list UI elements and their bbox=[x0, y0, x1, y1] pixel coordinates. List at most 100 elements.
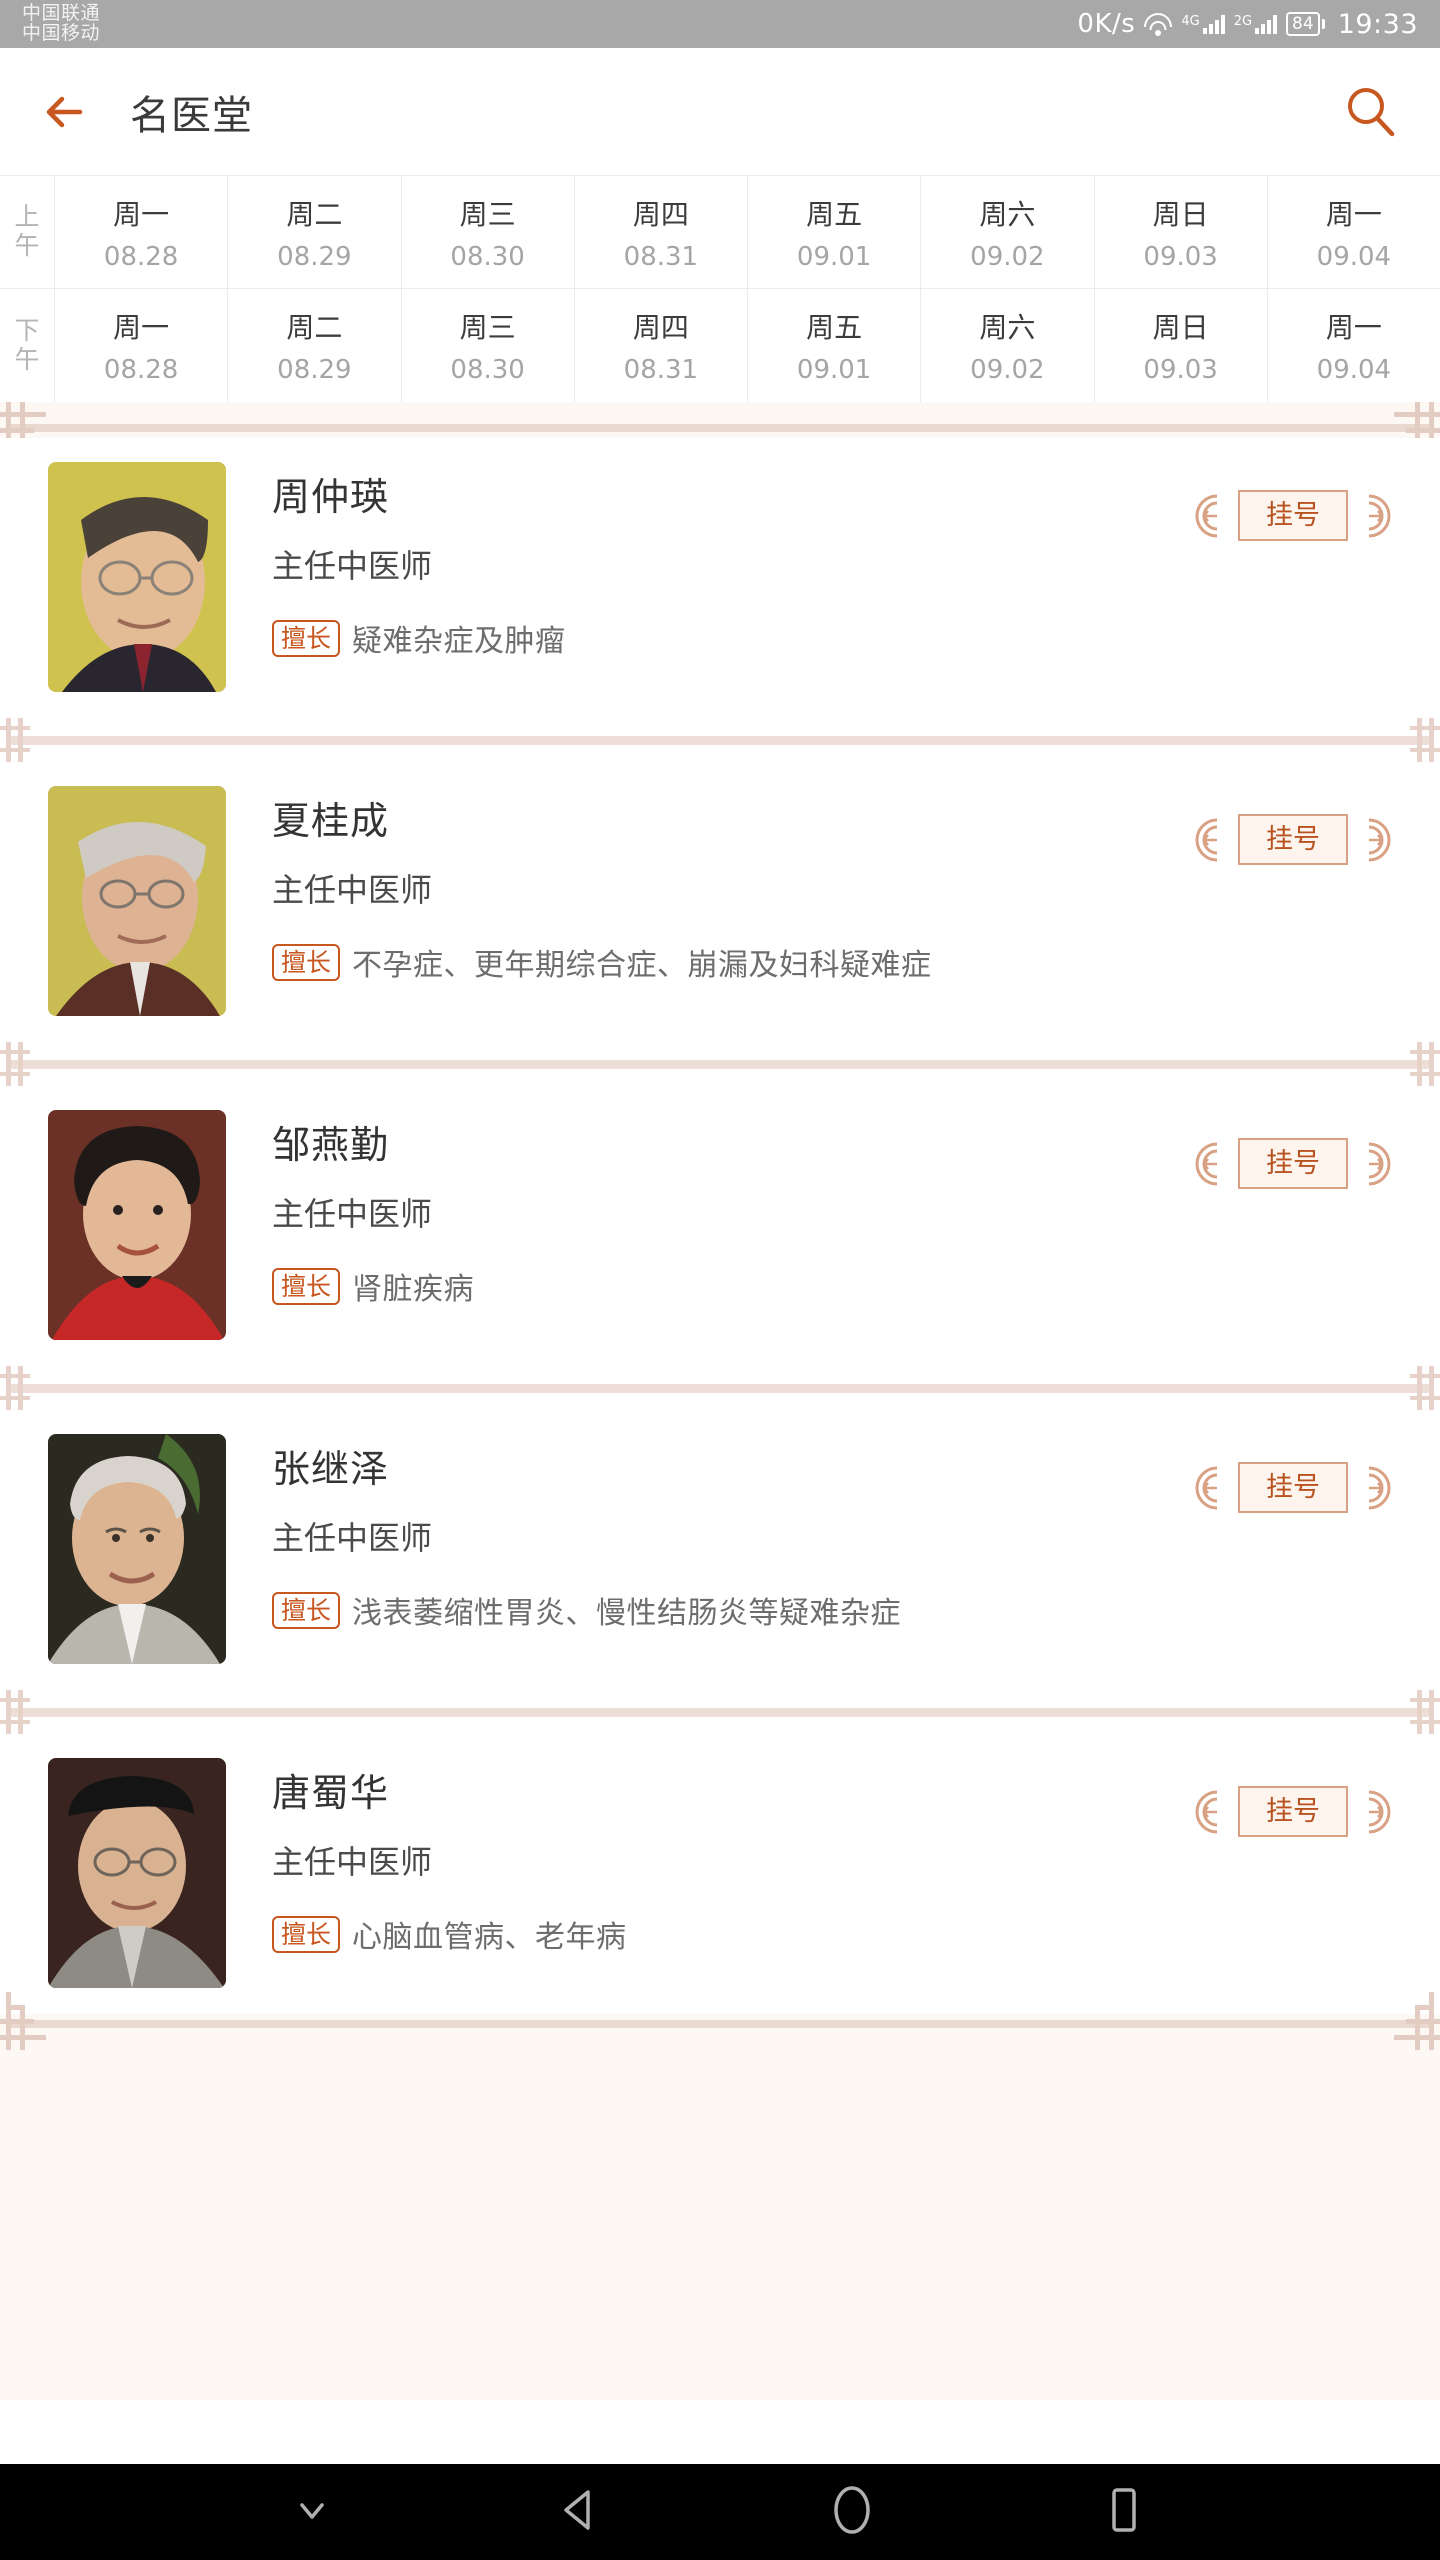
schedule-grid: 上 午 周一 08.28 周二 08.29 周三 08.30 周四 08.31 … bbox=[0, 175, 1440, 402]
schedule-date-label: 09.01 bbox=[796, 241, 872, 272]
schedule-cell[interactable]: 周六 09.02 bbox=[921, 289, 1095, 402]
schedule-cell[interactable]: 周日 09.03 bbox=[1095, 289, 1268, 402]
ornament-right-icon bbox=[1368, 1466, 1391, 1509]
schedule-cell[interactable]: 周五 09.01 bbox=[748, 176, 922, 288]
clock-label: 19:33 bbox=[1337, 8, 1418, 40]
period-char: 午 bbox=[14, 231, 40, 260]
ornament-right-icon bbox=[1368, 1790, 1391, 1833]
doctor-specialty: 擅长 浅表萎缩性胃炎、慢性结肠炎等疑难杂症 bbox=[272, 1588, 1400, 1632]
schedule-cell[interactable]: 周二 08.29 bbox=[228, 289, 402, 402]
network-speed-label: 0K/s bbox=[1077, 9, 1136, 39]
register-label: 挂号 bbox=[1238, 1786, 1348, 1837]
divider-ornament-icon bbox=[0, 1366, 30, 1410]
schedule-day-label: 周四 bbox=[632, 197, 689, 231]
divider-ornament-icon bbox=[1410, 1690, 1440, 1734]
ornament-right-icon bbox=[1368, 818, 1391, 861]
specialty-text: 心脑血管病、老年病 bbox=[352, 1920, 627, 1955]
schedule-cell[interactable]: 周六 09.02 bbox=[921, 176, 1095, 288]
ornament-left-icon bbox=[1195, 1466, 1218, 1509]
schedule-date-label: 08.30 bbox=[450, 241, 525, 272]
schedule-cell[interactable]: 周五 09.01 bbox=[748, 289, 922, 402]
register-button[interactable]: 挂号 bbox=[1194, 1462, 1392, 1513]
schedule-cell[interactable]: 周四 08.31 bbox=[575, 176, 748, 288]
triangle-back-icon[interactable] bbox=[550, 2480, 610, 2544]
square-recents-icon[interactable] bbox=[1094, 2480, 1154, 2544]
register-label: 挂号 bbox=[1238, 1462, 1348, 1513]
specialty-badge: 擅长 bbox=[272, 1591, 341, 1629]
schedule-day-label: 周五 bbox=[806, 311, 863, 344]
page-title: 名医堂 bbox=[130, 92, 253, 139]
schedule-date-label: 08.29 bbox=[277, 355, 352, 385]
doctor-card[interactable]: 唐蜀华 主任中医师 擅长 心脑血管病、老年病 挂号 bbox=[0, 1734, 1440, 2014]
schedule-row-afternoon: 下 午 周一 08.28 周二 08.29 周三 08.30 周四 08.31 … bbox=[0, 289, 1440, 402]
carrier-labels: 中国联通 中国移动 bbox=[22, 2, 101, 44]
schedule-cell[interactable]: 周日 09.03 bbox=[1095, 176, 1268, 288]
doctor-card[interactable]: 张继泽 主任中医师 擅长 浅表萎缩性胃炎、慢性结肠炎等疑难杂症 挂号 bbox=[0, 1410, 1440, 1690]
schedule-day-label: 周一 bbox=[113, 311, 170, 344]
schedule-cell[interactable]: 周三 08.30 bbox=[402, 289, 575, 402]
card-divider bbox=[0, 718, 1440, 762]
divider-ornament-icon bbox=[1410, 1042, 1440, 1086]
sim2-signal-icon: 2G bbox=[1233, 14, 1278, 34]
register-button[interactable]: 挂号 bbox=[1194, 1786, 1392, 1837]
schedule-date-label: 08.28 bbox=[103, 241, 179, 272]
schedule-date-label: 09.02 bbox=[970, 241, 1045, 272]
schedule-date-label: 08.31 bbox=[623, 241, 699, 272]
schedule-cell[interactable]: 周三 08.30 bbox=[402, 176, 575, 288]
wifi-icon bbox=[1144, 12, 1173, 36]
schedule-date-label: 08.31 bbox=[623, 355, 699, 385]
doctor-card[interactable]: 邹燕勤 主任中医师 擅长 肾脏疾病 挂号 bbox=[0, 1086, 1440, 1366]
search-icon[interactable] bbox=[1340, 82, 1400, 142]
doctor-title: 主任中医师 bbox=[272, 871, 433, 909]
schedule-date-label: 09.04 bbox=[1316, 241, 1392, 272]
schedule-cell[interactable]: 周四 08.31 bbox=[575, 289, 748, 402]
specialty-badge: 擅长 bbox=[272, 1915, 341, 1953]
register-button[interactable]: 挂号 bbox=[1194, 1138, 1392, 1189]
schedule-day-label: 周三 bbox=[459, 311, 516, 344]
divider-ornament-icon bbox=[0, 718, 30, 762]
sim1-signal-icon: 4G bbox=[1181, 14, 1225, 34]
schedule-day-label: 周五 bbox=[806, 197, 863, 231]
schedule-day-label: 周六 bbox=[979, 311, 1036, 344]
doctor-photo-zou-yanqin bbox=[48, 1110, 226, 1340]
battery-icon: 84 bbox=[1286, 12, 1325, 36]
schedule-cell[interactable]: 周一 09.04 bbox=[1268, 289, 1440, 402]
chevron-down-icon[interactable] bbox=[286, 2484, 338, 2540]
schedule-day-label: 周日 bbox=[1152, 197, 1209, 231]
register-label: 挂号 bbox=[1238, 1138, 1348, 1189]
register-label: 挂号 bbox=[1238, 490, 1348, 541]
frame-top-border bbox=[0, 402, 1440, 460]
doctor-card[interactable]: 夏桂成 主任中医师 擅长 不孕症、更年期综合症、崩漏及妇科疑难症 挂号 bbox=[0, 762, 1440, 1042]
schedule-cell[interactable]: 周一 08.28 bbox=[55, 289, 229, 402]
schedule-date-label: 08.28 bbox=[103, 355, 179, 385]
doctor-specialty: 擅长 肾脏疾病 bbox=[272, 1264, 1400, 1308]
schedule-period-label-afternoon: 下 午 bbox=[0, 289, 55, 402]
sim1-network-type-label: 4G bbox=[1181, 14, 1200, 29]
specialty-badge: 擅长 bbox=[272, 619, 341, 657]
divider-ornament-icon bbox=[0, 1042, 30, 1086]
doctor-card[interactable]: 周仲瑛 主任中医师 擅长 疑难杂症及肿瘤 挂号 bbox=[0, 438, 1440, 718]
doctor-title: 主任中医师 bbox=[272, 1195, 433, 1233]
back-arrow-icon[interactable] bbox=[40, 84, 96, 140]
doctor-title: 主任中医师 bbox=[272, 547, 433, 585]
specialty-text: 浅表萎缩性胃炎、慢性结肠炎等疑难杂症 bbox=[352, 1596, 902, 1631]
schedule-cell[interactable]: 周一 08.28 bbox=[55, 176, 229, 288]
register-button[interactable]: 挂号 bbox=[1194, 490, 1392, 541]
doctor-photo-zhou-zhongying bbox=[48, 462, 226, 692]
ornament-left-icon bbox=[1195, 818, 1218, 861]
battery-level-label: 84 bbox=[1286, 12, 1320, 36]
schedule-date-label: 09.04 bbox=[1316, 355, 1392, 385]
register-button[interactable]: 挂号 bbox=[1194, 814, 1392, 865]
schedule-cell[interactable]: 周二 08.29 bbox=[228, 176, 402, 288]
period-char: 上 bbox=[14, 202, 40, 232]
circle-home-icon[interactable] bbox=[822, 2480, 882, 2544]
schedule-date-label: 09.02 bbox=[970, 355, 1045, 385]
card-divider bbox=[0, 1366, 1440, 1410]
status-bar: 中国联通 中国移动 0K/s 4G 2G 84 19:33 bbox=[0, 0, 1440, 48]
sim2-network-type-label: 2G bbox=[1233, 14, 1253, 29]
ornament-left-icon bbox=[1195, 1142, 1218, 1185]
schedule-cell[interactable]: 周一 09.04 bbox=[1268, 176, 1440, 288]
carrier-1-label: 中国联通 bbox=[22, 2, 101, 25]
specialty-text: 疑难杂症及肿瘤 bbox=[352, 624, 566, 659]
specialty-text: 不孕症、更年期综合症、崩漏及妇科疑难症 bbox=[352, 948, 932, 983]
